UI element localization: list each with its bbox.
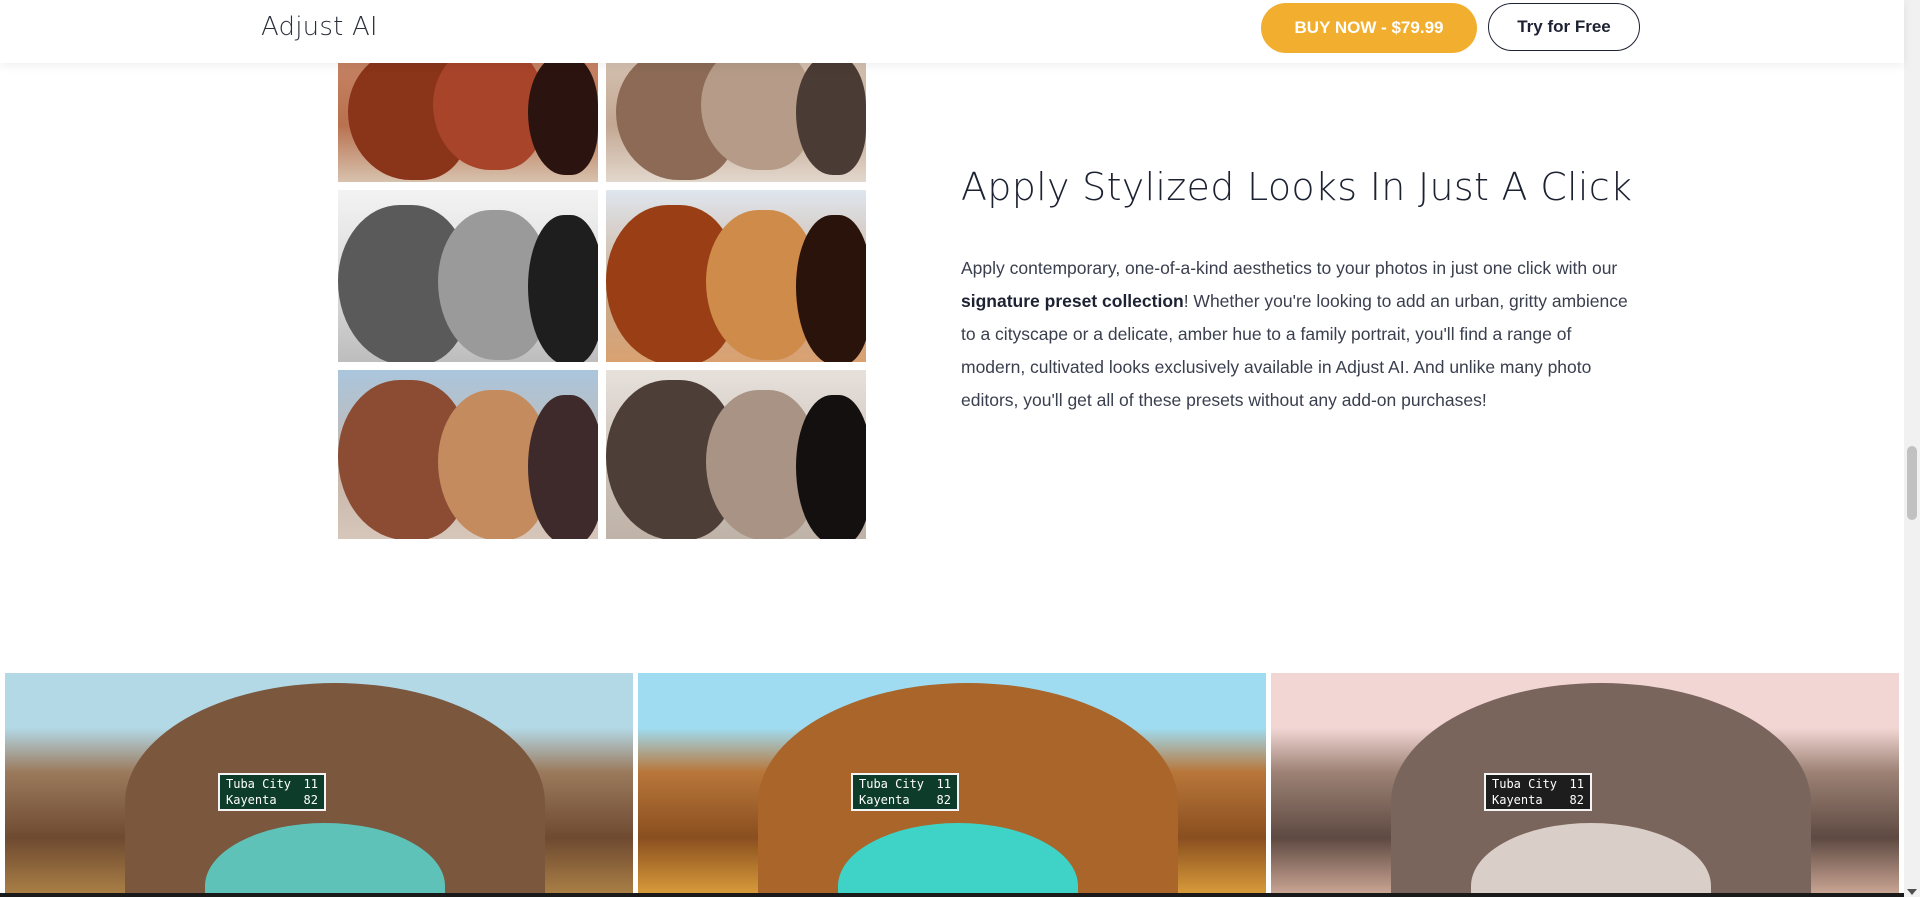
sign-miles-1: 11 [303,777,318,791]
page-bottom-edge [0,893,1904,897]
preset-image-sepia [606,370,866,539]
feature-text-part1: Apply contemporary, one-of-a-kind aesthe… [961,258,1618,278]
sign-miles-2: 82 [936,793,951,807]
road-sign: Tuba City 11 Kayenta 82 [218,773,326,811]
preset-image-amber [606,190,866,362]
sign-city-2: Kayenta [859,793,910,807]
preset-image-desert-original: Tuba City 11 Kayenta 82 [5,673,633,893]
road-sign: Tuba City 11 Kayenta 82 [851,773,959,811]
sign-city-2: Kayenta [226,793,277,807]
feature-description: Apply contemporary, one-of-a-kind aesthe… [961,252,1631,417]
scrollbar-thumb[interactable] [1907,446,1917,520]
vertical-scrollbar[interactable] [1904,0,1920,897]
sign-city-1: Tuba City [1492,777,1558,791]
preset-image-desert-pink: Tuba City 11 Kayenta 82 [1271,673,1899,893]
sign-miles-2: 82 [303,793,318,807]
road-sign: Tuba City 11 Kayenta 82 [1484,773,1592,811]
sign-city-1: Tuba City [859,777,925,791]
sign-city-2: Kayenta [1492,793,1543,807]
preset-image-desert-warm: Tuba City 11 Kayenta 82 [638,673,1266,893]
scroll-down-arrow-icon[interactable] [1907,889,1917,895]
feature-heading: Apply Stylized Looks In Just A Click [961,165,1633,209]
brand-logo[interactable]: Adjust AI [261,12,378,42]
try-for-free-button[interactable]: Try for Free [1488,3,1640,51]
signature-preset-collection-text: signature preset collection [961,291,1184,311]
sign-miles-1: 11 [1569,777,1584,791]
sign-miles-1: 11 [936,777,951,791]
preset-image-black-white [338,190,598,362]
top-header: Adjust AI BUY NOW - $79.99 Try for Free [0,0,1904,63]
buy-now-button[interactable]: BUY NOW - $79.99 [1261,3,1477,53]
sign-miles-2: 82 [1569,793,1584,807]
preset-image-cool-tone [338,370,598,539]
sign-city-1: Tuba City [226,777,292,791]
